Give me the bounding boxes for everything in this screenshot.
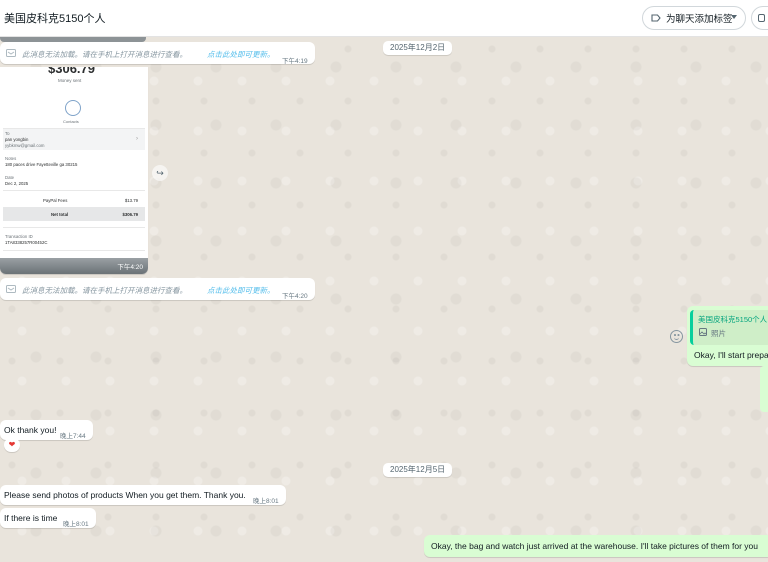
message-text: Ok thank you! (4, 425, 57, 435)
message-time: 下午4:20 (282, 293, 308, 300)
chat-header: 美国皮科克5150个人 为聊天添加标签 (0, 0, 768, 37)
tag-icon (651, 14, 661, 22)
message-time: 下午4:19 (282, 58, 308, 65)
notes-label: Notes (5, 156, 17, 161)
divider (3, 227, 145, 228)
incoming-message[interactable]: If there is time 晚上8:01 (0, 508, 96, 528)
to-name: pan yongbin (5, 137, 29, 142)
date-value: Dec 2, 2025 (5, 181, 29, 186)
date-separator: 2025年12月2日 (383, 41, 453, 55)
chevron-right-icon: › (136, 136, 138, 142)
system-message-text: 此消息无法加载。请在手机上打开消息进行查看。 (22, 50, 187, 59)
contact-caption: Contacts (63, 119, 79, 124)
divider (3, 190, 145, 191)
incoming-message[interactable]: Ok thank you! 晚上7:44 (0, 420, 93, 440)
message-unavailable-icon (6, 285, 16, 293)
message-text: Please send photos of products When you … (4, 490, 246, 500)
date-label: Date (5, 175, 15, 180)
quoted-message[interactable]: 美国皮科克5150个人 照片 (690, 310, 768, 345)
notes-value: 180 paces drive Fayetteville ga 30215 (5, 162, 78, 167)
quoted-type: 照片 (711, 329, 726, 338)
add-label-button[interactable]: 为聊天添加标签 (642, 6, 746, 30)
receipt-subtitle: Money sent (58, 78, 82, 83)
system-message: 此消息无法加载。请在手机上打开消息进行查看。 点击此处即可更新。 下午4:19 (0, 42, 315, 65)
transaction-label: Transaction ID (5, 234, 33, 239)
incoming-message[interactable]: Please send photos of products When you … (0, 485, 286, 505)
outgoing-message[interactable]: Okay, the bag and watch just arrived at … (424, 535, 768, 557)
chat-title[interactable]: 美国皮科克5150个人 (4, 10, 105, 26)
fee-value: $13.79 (124, 198, 138, 203)
message-time: 晚上8:01 (63, 521, 89, 528)
message-text: If there is time (4, 513, 58, 523)
to-email: yybkmw@gmail.com (5, 143, 45, 148)
update-link[interactable]: 点击此处即可更新。 (207, 49, 275, 60)
list-icon (758, 14, 765, 22)
outgoing-reply-message[interactable]: 美国皮科克5150个人 照片 Okay, I'll start prepa (687, 306, 768, 366)
photo-icon (699, 328, 707, 336)
forward-icon[interactable]: ↪ (152, 165, 168, 181)
system-message-text: 此消息无法加载。请在手机上打开消息进行查看。 (22, 286, 187, 295)
message-time: 晚上8:01 (253, 498, 279, 505)
list-button[interactable] (751, 6, 768, 30)
quoted-sender: 美国皮科克5150个人 (698, 315, 768, 324)
message-text: Okay, I'll start prepa (694, 350, 768, 360)
add-label-text: 为聊天添加标签 (666, 14, 733, 25)
message-unavailable-icon (6, 49, 16, 57)
date-separator: 2025年12月5日 (383, 463, 453, 477)
contact-icon (65, 100, 81, 116)
message-time: 下午4:20 (117, 264, 143, 271)
to-label: To (5, 131, 10, 136)
net-value: $306.79 (122, 212, 138, 217)
divider (3, 250, 145, 251)
outgoing-image-edge[interactable] (760, 366, 768, 412)
receipt-image-message[interactable]: $306.79 Money sent Contacts To pan yongb… (0, 67, 148, 274)
heart-reaction[interactable]: ❤ (4, 438, 20, 452)
emoji-reaction-icon[interactable] (670, 330, 683, 343)
update-link[interactable]: 点击此处即可更新。 (207, 285, 275, 296)
chevron-down-icon (731, 15, 737, 19)
receipt-amount: $306.79 (48, 67, 95, 76)
message-time: 晚上7:44 (60, 433, 86, 440)
transaction-value: 1TA8338257R00452C (5, 240, 48, 245)
message-text: Okay, the bag and watch just arrived at … (431, 541, 758, 551)
system-message: 此消息无法加载。请在手机上打开消息进行查看。 点击此处即可更新。 下午4:20 (0, 278, 315, 300)
